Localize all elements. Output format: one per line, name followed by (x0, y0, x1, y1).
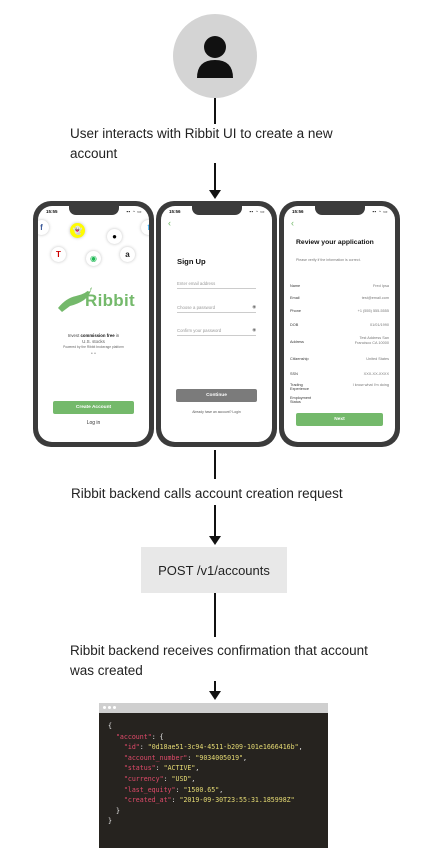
connector-line (214, 98, 216, 124)
apple-icon: ● (107, 229, 122, 244)
snapchat-icon: 👻 (70, 223, 85, 238)
signup-title: Sign Up (177, 257, 206, 266)
status-icons: ▪▪ ◔ ▭ (249, 209, 265, 214)
arrow-1-line (214, 163, 216, 191)
confirm-password-field[interactable]: Confirm your password ◉ (177, 325, 256, 336)
status-time: 15:55 (46, 209, 58, 214)
review-subtitle: Please verify if the information is corr… (296, 258, 361, 262)
arrow-2-head (209, 536, 221, 545)
tesla-icon: T (51, 247, 66, 262)
endpoint-box: POST /v1/accounts (141, 547, 287, 593)
arrow-2-line (214, 505, 216, 537)
step-3-text: Ribbit backend receives confirmation tha… (70, 643, 368, 678)
tagline-line-3: Powered by the Ribbit brokerage platform (63, 345, 124, 349)
status-time: 15:56 (292, 209, 304, 214)
review-row: Employment Status (290, 396, 312, 405)
user-avatar (173, 14, 257, 98)
status-icons: ▪▪ ◔ ▭ (126, 209, 142, 214)
pager-dots: • • (91, 351, 96, 357)
connector-line (214, 593, 216, 637)
email-field[interactable]: Enter email address (177, 278, 256, 289)
eye-icon[interactable]: ◉ (252, 304, 256, 310)
review-row: DOB 01/01/1990 (290, 323, 389, 327)
arrow-1-head (209, 190, 221, 199)
status-time: 15:56 (169, 209, 181, 214)
tagline: Invest commission free in (67, 333, 120, 338)
back-chevron-icon[interactable]: ‹ (291, 218, 294, 228)
eye-icon[interactable]: ◉ (252, 327, 256, 333)
back-chevron-icon[interactable]: ‹ (168, 218, 171, 228)
phone-review: 15:56 ▪▪ ◔ ▭ ‹ Review your application P… (279, 201, 400, 447)
facebook-icon: f (38, 220, 49, 235)
json-response-window: { "account": { "id": "0d18ae51-3c94-4511… (99, 703, 328, 848)
spotify-icon: ◉ (86, 251, 101, 266)
login-link[interactable]: Log in (38, 420, 149, 426)
login-prompt[interactable]: Already have an account? Login (161, 410, 272, 414)
step-1-text: User interacts with Ribbit UI to create … (70, 126, 333, 161)
json-response-code: { "account": { "id": "0d18ae51-3c94-4511… (108, 722, 303, 826)
password-field[interactable]: Choose a password ◉ (177, 302, 256, 313)
status-icons: ▪▪ ◔ ▭ (372, 209, 388, 214)
review-row: Phone +1 (555) 555-5555 (290, 309, 389, 313)
review-row: Citizenship United States (290, 357, 389, 361)
user-icon (197, 36, 233, 78)
arrow-3-head (209, 691, 221, 700)
review-row: Address Test Address San Francisco CA 100… (290, 336, 389, 345)
twitter-icon: t (141, 220, 149, 235)
review-title: Review your application (296, 239, 374, 246)
review-row: Trading Experience I know what I'm doing (290, 383, 389, 392)
review-row: SSN XXX-XX-XXXX (290, 372, 389, 376)
create-account-button[interactable]: Create Account (53, 401, 134, 414)
continue-button[interactable]: Continue (176, 389, 257, 402)
tagline-line-2: U.S. stocks (82, 339, 105, 344)
next-button[interactable]: Next (296, 413, 383, 426)
amazon-icon: a (120, 247, 135, 262)
review-row: Name Fred Ipsa (290, 284, 389, 288)
window-titlebar (99, 703, 328, 713)
phone-signup: 15:56 ▪▪ ◔ ▭ ‹ Sign Up Enter email addre… (156, 201, 277, 447)
phone-welcome: 15:55 ▪▪ ◔ ▭ f 👻 ● t T ◉ a Ribbit Invest… (33, 201, 154, 447)
step-2-text: Ribbit backend calls account creation re… (71, 486, 343, 501)
brand-name: Ribbit (85, 291, 135, 310)
review-row: Email test@email.com (290, 296, 389, 300)
connector-line (214, 450, 216, 479)
